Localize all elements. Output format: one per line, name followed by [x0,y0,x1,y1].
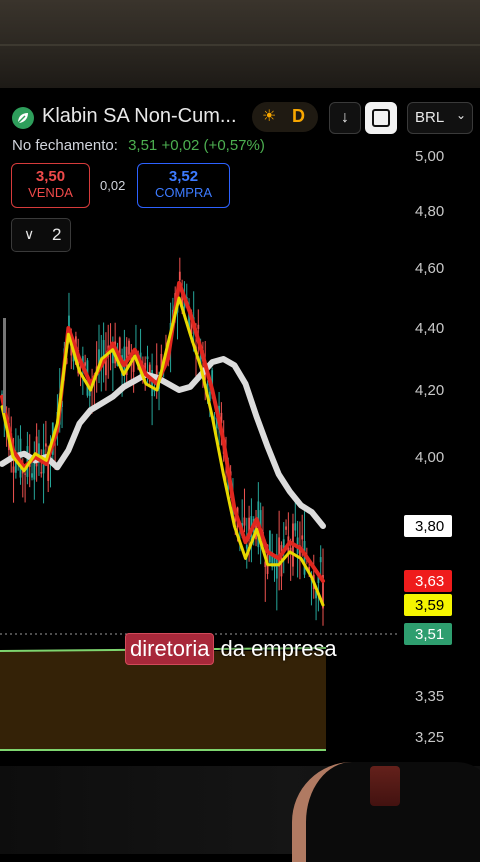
leaf-logo-icon [12,107,34,129]
sell-label: VENDA [28,185,73,200]
y-tick-label: 3,25 [415,729,444,746]
chevron-down-icon: ⌄ [455,108,466,122]
caption-highlight: diretoria [125,633,215,665]
y-tick-label: 5,00 [415,148,444,165]
price-tag-label: 3,80 [415,518,444,535]
sell-button[interactable]: 3,50 VENDA [11,163,90,208]
chevron-down-icon: ∨ [24,226,35,242]
y-tick-label: 4,40 [415,320,444,337]
candle-body [268,530,271,563]
close-label: No fechamento: [12,137,118,154]
indicators-collapse-button[interactable]: ∨ 2 [11,218,71,252]
candlestick-series [1,257,324,626]
y-tick-label: 4,00 [415,449,444,466]
candle-body [40,472,43,474]
candle-body [12,466,15,473]
buy-price: 3,52 [168,168,199,185]
y-tick-label: 4,60 [415,260,444,277]
candle-body [294,523,297,531]
moving-average-line-2 [0,281,325,583]
y-tick-label: 4,20 [415,382,444,399]
close-info: No fechamento: 3,51 +0,02 (+0,57%) [12,137,265,154]
price-tag-label: 3,63 [415,573,444,590]
symbol-title[interactable]: Klabin SA Non-Cum... [42,105,237,128]
camera-background-bottom [0,762,480,862]
spread-value: 0,02 [100,178,126,193]
candle-body [178,271,181,281]
sun-icon: ☀ [262,108,277,125]
buy-label: COMPRA [154,185,213,200]
fullscreen-button[interactable] [365,102,397,134]
candle-body [123,346,126,373]
close-values: 3,51 +0,02 (+0,57%) [128,137,265,154]
fullscreen-icon [372,109,390,127]
arrow-down-button[interactable]: ↓ [329,102,361,134]
caption-text: da empresa [220,636,337,661]
candle-body [44,443,47,447]
candle-body [84,362,87,366]
currency-select[interactable]: BRL ⌄ [407,102,473,134]
candle-body [24,473,26,475]
y-tick-label: 4,80 [415,203,444,220]
price-tag-label: 3,51 [415,626,444,643]
candle-body [146,356,149,360]
candle-body [128,340,130,355]
candle-body [319,557,322,563]
arrow-down-icon: ↓ [341,109,349,126]
market-session-indicator[interactable]: ☀ D [252,102,318,132]
candle-body [245,544,248,549]
candle-body [33,462,36,480]
y-tick-label: 3,35 [415,688,444,705]
price-tag-label: 3,59 [415,597,444,614]
trading-app: 5,00 4,80 4,60 4,40 4,20 4,00 3,35 3,25 3,80 3,6… [0,88,480,766]
buy-button[interactable]: 3,52 COMPRA [137,163,230,208]
session-letter: D [292,106,305,126]
currency-value: BRL [415,109,445,126]
indicators-count: 2 [52,225,62,244]
candle-body [31,473,33,478]
sell-price: 3,50 [35,168,66,185]
candle-body [301,535,304,540]
candle-body [197,324,200,329]
scroll-handle[interactable] [3,318,6,413]
camera-background-top [0,0,480,88]
video-caption: diretoria da empresa [121,630,341,668]
candle-body [285,526,287,530]
candle-body [243,517,246,526]
